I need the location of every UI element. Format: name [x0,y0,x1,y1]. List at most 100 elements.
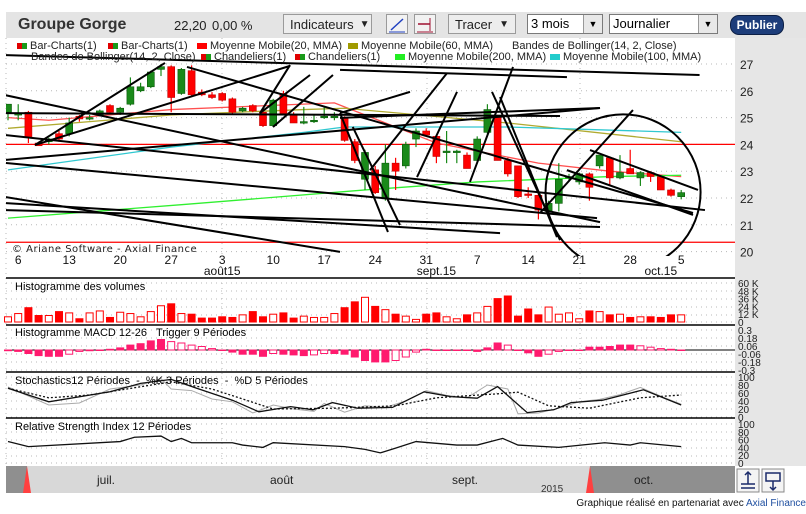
draw-label: Tracer [455,16,493,32]
volume-bar [55,311,63,323]
volume-bar [565,312,573,323]
date-axis-label: 5 [678,253,685,267]
volume-bar [656,316,665,323]
legend-item[interactable]: Moyenne Mobile(100, MMA) [550,51,701,63]
macd-bar [4,349,12,352]
macd-bar [269,349,278,354]
period-select[interactable]: 3 mois ▼ [527,14,603,34]
navigator-month-sept: sept. [452,473,478,487]
legend-label: Bandes de Bollinger(14, 2, Close) [31,51,196,63]
draw-horizontal-line-button[interactable] [414,14,436,34]
navigator-month-aout: août [270,473,294,487]
volume-bar [401,315,410,323]
macd-panel-title: Histogramme MACD 12-26 Trigger 9 Période… [15,327,247,339]
legend-swatch [206,54,211,60]
collapse-panel-button[interactable] [761,468,785,493]
candle-body [208,94,216,98]
candle-body [636,172,645,179]
macd-bar [554,349,563,352]
macd-bar [381,349,390,363]
price-axis-label: 24 [740,138,754,152]
publish-button[interactable]: Publier [730,15,784,35]
candle-body [401,144,410,167]
price-axis-label: 21 [740,219,754,233]
volume-bar [106,316,114,323]
candle-body [595,154,604,167]
macd-bar [585,346,594,351]
footer-credit: Graphique réalisé en partenariat avec Ax… [576,498,806,509]
candle-body [320,115,329,119]
macd-bar [289,349,298,356]
candle-body [463,154,471,169]
candle-body [616,172,624,179]
candle-body [310,119,318,123]
candle-body [136,86,145,92]
date-axis-label: 17 [318,253,332,267]
macd-bar [320,349,329,354]
indicators-button[interactable]: Indicateurs ▼ [283,14,372,34]
volume-bar [320,316,329,323]
volume-bar [126,313,135,323]
last-price: 22,20 [174,18,207,33]
candle-body [24,111,33,138]
trend-line [186,65,694,214]
macd-bar [218,349,227,351]
macd-bar [187,344,196,351]
macd-bar [75,349,84,352]
macd-bar [463,349,471,351]
month-axis-label: août15 [204,264,241,278]
volume-bar [330,313,339,323]
volume-bar [442,316,451,323]
volume-bar [75,318,84,323]
macd-bar [208,348,216,351]
candle-body [238,107,247,112]
volume-bar [238,314,247,323]
candle-body [524,193,533,196]
volume-bar [616,313,624,323]
draw-menu-button[interactable]: Tracer ▼ [448,14,516,34]
expand-panel-button[interactable] [736,468,760,493]
macd-bar [279,349,288,355]
legend-swatch [550,54,560,60]
volume-bar [218,316,227,323]
volume-bar [503,295,512,323]
macd-bar [65,349,74,355]
macd-bar [177,342,186,351]
macd-bar [534,349,543,357]
interval-select[interactable]: Journalier ▼ [609,14,718,34]
volume-bar [197,317,206,323]
draw-trendline-button[interactable] [386,14,408,34]
candle-body [442,150,451,153]
legend-item[interactable]: Chandeliers(1) [295,51,380,63]
trend-line [6,209,601,228]
price-axis-label: 23 [740,165,754,179]
date-axis-label: 20 [114,253,128,267]
volume-bar [493,298,502,323]
candle-body [605,157,614,179]
legend-item[interactable]: Chandeliers(1) [201,51,286,63]
volume-bar [544,306,553,323]
macd-bar [330,349,339,354]
chart-canvas[interactable]: 27262524232221206 13 20 27 3 10 17 24 31 7 14 21 28 5… [0,0,806,514]
axial-finance-link[interactable]: Axial Finance [746,498,806,509]
volume-bar [14,313,23,323]
volume-bar [534,314,543,323]
macd-bar [197,346,206,351]
legend-item[interactable]: Bandes de Bollinger(14, 2, Close) [31,51,195,63]
candle-body [503,160,512,175]
legend-item[interactable]: Moyenne Mobile(200, MMA) [395,51,546,63]
interval-value: Journalier [613,16,671,31]
legend-label: Chandeliers(1) [308,51,381,63]
candle-body [514,165,522,197]
macd-bar [106,348,114,351]
legend-swatch [113,43,118,49]
macd-bar [136,343,145,351]
volume-bar [116,311,125,323]
volume-bar [299,315,308,323]
candle-body [249,105,257,112]
trendline-icon [389,18,405,33]
legend-label: Chandeliers(1) [214,51,287,63]
volume-bar [575,318,584,323]
macd-bar [483,347,492,351]
macd-bar [493,342,502,351]
